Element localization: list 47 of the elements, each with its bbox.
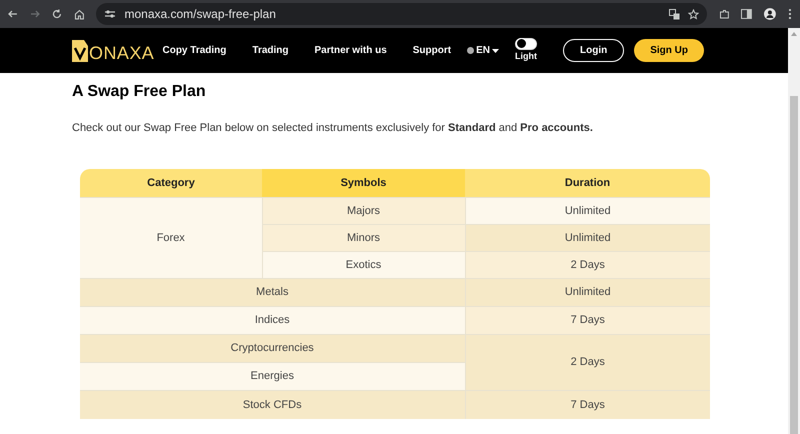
- site-settings-icon[interactable]: [104, 9, 116, 19]
- intro-text: Check out our Swap Free Plan below on selected instruments exclusively for Standard and Pro accounts.: [72, 121, 594, 136]
- scrollbar[interactable]: [788, 28, 800, 434]
- theme-label: Light: [515, 50, 537, 63]
- table-cell: Metals: [80, 278, 465, 306]
- logo-text[interactable]: ONAXA: [89, 44, 154, 62]
- home-icon[interactable]: [74, 8, 84, 20]
- login-button[interactable]: Login: [563, 39, 624, 62]
- table-cell: Energies: [80, 362, 465, 390]
- extensions-icon[interactable]: [718, 8, 730, 20]
- star-icon[interactable]: [688, 8, 699, 20]
- table-cell: Majors: [262, 198, 465, 224]
- side-panel-icon[interactable]: [741, 9, 752, 19]
- table-cell: Indices: [80, 306, 465, 334]
- table-cell: 2 Days: [465, 252, 710, 278]
- column-header: Symbols: [262, 168, 465, 198]
- reload-icon[interactable]: [52, 9, 62, 19]
- table-cell: 7 Days: [465, 390, 710, 418]
- nav-link[interactable]: Copy Trading: [162, 43, 226, 58]
- language-selector[interactable]: EN: [467, 43, 499, 58]
- url-text: monaxa.com/swap-free-plan: [124, 6, 277, 23]
- table-cell: 2 Days: [465, 334, 710, 390]
- table-cell: Unlimited: [465, 224, 710, 252]
- theme-toggle[interactable]: [515, 38, 537, 50]
- translate-icon[interactable]: [668, 8, 680, 20]
- back-icon[interactable]: [8, 9, 18, 19]
- menu-icon[interactable]: [788, 8, 792, 20]
- nav-link[interactable]: Partner with us: [314, 43, 387, 58]
- page-heading: A Swap Free Plan: [72, 82, 207, 102]
- table-cell: Exotics: [262, 252, 465, 278]
- nav-link[interactable]: Trading: [252, 43, 289, 58]
- table-cell: Unlimited: [465, 198, 710, 224]
- table-cell: Stock CFDs: [80, 390, 465, 418]
- logo-icon: [72, 40, 88, 62]
- column-header: Duration: [465, 168, 710, 198]
- address-bar[interactable]: monaxa.com/swap-free-plan: [96, 3, 707, 25]
- caret-icon: [492, 48, 499, 52]
- profile-icon[interactable]: [764, 8, 776, 20]
- globe-icon: [467, 47, 474, 54]
- table-cell: Unlimited: [465, 278, 710, 306]
- table-cell: Cryptocurrencies: [80, 334, 465, 362]
- column-header: Category: [80, 168, 262, 198]
- nav-link[interactable]: Support: [412, 43, 452, 58]
- table-cell: 7 Days: [465, 306, 710, 334]
- table-cell: Minors: [262, 224, 465, 252]
- table-cell: Forex: [80, 198, 262, 278]
- sign-up-button[interactable]: Sign Up: [634, 39, 704, 62]
